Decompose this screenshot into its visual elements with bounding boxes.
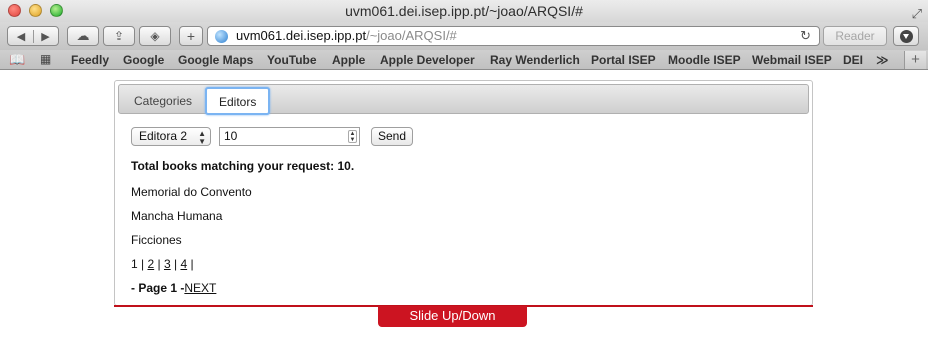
download-icon (899, 29, 913, 43)
bookmark-webmail-isep[interactable]: Webmail ISEP (752, 53, 832, 67)
back-forward-buttons: ◀ ▶ (7, 26, 59, 46)
minimize-window-button[interactable] (29, 4, 42, 17)
zoom-window-button[interactable] (50, 4, 63, 17)
content-panel: Categories Editors Editora 2 ▲ ▼ 10 ▲ ▼ Se… (114, 80, 813, 306)
page-1-current: 1 (131, 257, 138, 271)
forward-arrow-icon[interactable]: ▶ (33, 29, 57, 43)
send-button[interactable]: Send (371, 127, 413, 146)
page-3-link[interactable]: 3 (164, 257, 171, 271)
share-icon: ⇪ (113, 29, 125, 43)
page-4-link[interactable]: 4 (180, 257, 187, 271)
add-bookmark-button[interactable]: + (179, 26, 203, 46)
address-host: uvm061.dei.isep.ipp.pt (236, 28, 367, 43)
slide-up-down-button[interactable]: Slide Up/Down (378, 306, 527, 327)
bookmark-dei[interactable]: DEI (843, 53, 863, 67)
next-page-link[interactable]: NEXT (184, 281, 216, 295)
book-item: Ficciones (131, 233, 182, 247)
book-icon[interactable]: 📖 (9, 52, 25, 68)
close-window-button[interactable] (8, 4, 21, 17)
address-path: /~joao/ARQSI/# (366, 28, 457, 43)
back-arrow-icon[interactable]: ◀ (9, 30, 33, 43)
bookmark-apple-developer[interactable]: Apple Developer (380, 53, 475, 67)
icloud-tabs-button[interactable]: ☁ (67, 26, 99, 46)
bookmark-portal-isep[interactable]: Portal ISEP (591, 53, 656, 67)
quantity-value: 10 (224, 129, 238, 143)
plus-icon: + (186, 28, 196, 44)
reading-list-button[interactable]: ◈ (139, 26, 171, 46)
total-books-text: Total books matching your request: 10. (131, 159, 355, 173)
quantity-input[interactable]: 10 ▲ ▼ (219, 127, 360, 146)
layers-icon: ◈ (150, 29, 160, 43)
address-bar[interactable]: uvm061.dei.isep.ipp.pt/~joao/ARQSI/# ↻ (207, 26, 820, 46)
browser-toolbar: ◀ ▶ ☁ ⇪ ◈ + uvm061.dei.isep.ipp.pt/~joao… (0, 22, 928, 50)
tab-editors[interactable]: Editors (205, 87, 271, 115)
bookmark-google[interactable]: Google (123, 53, 164, 67)
tab-categories[interactable]: Categories (122, 88, 204, 115)
grid-icon[interactable]: ▦ (40, 52, 51, 66)
cloud-icon: ☁ (76, 28, 90, 43)
new-tab-icon[interactable]: + (904, 51, 926, 69)
window-titlebar: uvm061.dei.isep.ipp.pt/~joao/ARQSI/# ⤢ (0, 0, 928, 22)
share-button[interactable]: ⇪ (103, 26, 135, 46)
bookmark-youtube[interactable]: YouTube (267, 53, 317, 67)
page-2-link[interactable]: 2 (147, 257, 154, 271)
editor-select[interactable]: Editora 2 ▲ ▼ (131, 127, 211, 146)
editor-select-value: Editora 2 (139, 129, 188, 143)
book-item: Memorial do Convento (131, 185, 252, 199)
reload-icon[interactable]: ↻ (800, 27, 811, 45)
globe-icon (215, 30, 228, 43)
tab-bar: Categories Editors (118, 84, 809, 115)
traffic-lights (8, 4, 63, 17)
current-page-indicator: - Page 1 -NEXT (131, 281, 216, 295)
select-arrows-icon: ▲ ▼ (198, 129, 206, 146)
bookmarks-bar: 📖 ▦ Feedly Google Google Maps YouTube Ap… (0, 50, 928, 70)
downloads-button[interactable] (893, 26, 919, 46)
book-item: Mancha Humana (131, 209, 223, 223)
bookmarks-overflow-icon[interactable]: ≫ (876, 53, 889, 67)
bookmark-apple[interactable]: Apple (332, 53, 365, 67)
bookmark-google-maps[interactable]: Google Maps (178, 53, 253, 67)
window-title: uvm061.dei.isep.ipp.pt/~joao/ARQSI/# (345, 3, 583, 19)
bookmark-moodle-isep[interactable]: Moodle ISEP (668, 53, 741, 67)
reader-button[interactable]: Reader (823, 26, 887, 46)
quantity-stepper[interactable]: ▲ ▼ (348, 130, 357, 143)
current-page-label: - Page 1 - (131, 281, 185, 295)
bookmark-ray-wenderlich[interactable]: Ray Wenderlich (490, 53, 580, 67)
bookmark-feedly[interactable]: Feedly (71, 53, 109, 67)
pagination: 1 | 2 | 3 | 4 | (131, 257, 194, 271)
